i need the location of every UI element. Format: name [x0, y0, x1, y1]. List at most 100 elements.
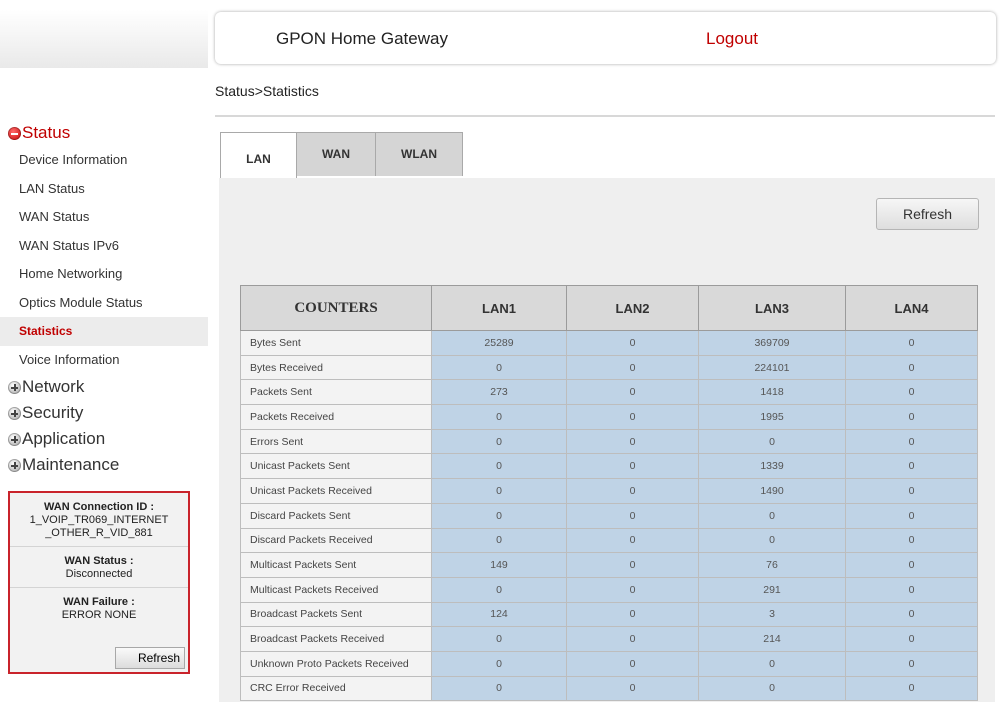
wan-status-label: WAN Status : [64, 555, 134, 567]
counter-label: Unicast Packets Sent [240, 453, 432, 480]
counter-value: 0 [431, 404, 567, 430]
refresh-button[interactable]: Refresh [876, 198, 979, 230]
sidebar-item-lan-status[interactable]: LAN Status [0, 175, 208, 204]
counter-value: 214 [698, 626, 846, 652]
column-header-lan2: LAN2 [566, 285, 699, 331]
counter-value: 76 [698, 552, 846, 578]
counter-value: 0 [566, 404, 699, 430]
table-header-row: COUNTERS LAN1 LAN2 LAN3 LAN4 [240, 285, 978, 331]
counter-value: 124 [431, 601, 567, 628]
counter-value: 0 [845, 502, 978, 529]
counter-label: Errors Sent [240, 428, 432, 455]
sidebar-section-application[interactable]: Application [0, 426, 208, 452]
sidebar-section-label: Status [22, 123, 71, 142]
sidebar-section-status[interactable]: Status [0, 120, 208, 146]
statistics-table: COUNTERS LAN1 LAN2 LAN3 LAN4 Bytes Sent 2… [240, 285, 978, 702]
wan-failure-label: WAN Failure : [63, 596, 135, 608]
top-header: GPON Home Gateway Logout [215, 12, 996, 64]
sidebar-section-label: Maintenance [22, 455, 120, 474]
counter-value: 0 [431, 650, 567, 677]
sidebar-item-voice-information[interactable]: Voice Information [0, 346, 208, 375]
table-body: Bytes Sent 25289 0 369709 0 Bytes Received 0 0 2… [240, 330, 978, 702]
table-row: Packets Sent 273 0 1418 0 [240, 379, 978, 406]
counter-value: 0 [566, 428, 699, 455]
header-title: GPON Home Gateway [276, 29, 448, 48]
wan-status-section: WAN Status : Disconnected [10, 547, 188, 588]
counter-value: 1339 [698, 453, 846, 480]
table-row: Bytes Sent 25289 0 369709 0 [240, 330, 978, 356]
counter-value: 0 [566, 626, 699, 652]
sidebar-item-device-information[interactable]: Device Information [0, 146, 208, 175]
expand-icon [8, 380, 21, 394]
table-row: Bytes Received 0 0 224101 0 [240, 354, 978, 381]
counter-value: 0 [566, 650, 699, 677]
wan-connection-section: WAN Connection ID : 1_VOIP_TR069_INTERNE… [10, 493, 188, 547]
wan-connection-label: WAN Connection ID : [44, 501, 154, 513]
counter-value: 0 [566, 552, 699, 578]
counter-value: 0 [431, 527, 567, 554]
sidebar-item-home-networking[interactable]: Home Networking [0, 260, 208, 289]
sidebar-item-wan-status[interactable]: WAN Status [0, 203, 208, 232]
counter-value: 0 [431, 626, 567, 652]
divider [215, 115, 995, 117]
wan-refresh-button[interactable]: Refresh [115, 647, 185, 669]
table-row: Unicast Packets Received 0 0 1490 0 [240, 478, 978, 504]
tab-wan[interactable]: WAN [296, 132, 376, 176]
counter-label: Unicast Packets Received [240, 478, 432, 504]
tab-lan[interactable]: LAN [220, 132, 297, 178]
breadcrumb: Status>Statistics [215, 83, 319, 99]
expand-icon [8, 432, 21, 446]
wan-failure-section: WAN Failure : ERROR NONE [10, 588, 188, 628]
counter-value: 0 [566, 330, 699, 356]
counter-label: Discard Packets Received [240, 527, 432, 554]
counter-value: 224101 [698, 354, 846, 381]
sidebar-section-security[interactable]: Security [0, 400, 208, 426]
table-row: Broadcast Packets Sent 124 0 3 0 [240, 601, 978, 628]
sidebar-item-wan-status-ipv6[interactable]: WAN Status IPv6 [0, 232, 208, 261]
table-row: Unicast Packets Sent 0 0 1339 0 [240, 453, 978, 480]
sidebar-section-network[interactable]: Network [0, 374, 208, 400]
counter-value: 0 [845, 478, 978, 504]
tab-wlan[interactable]: WLAN [375, 132, 463, 176]
counter-label: Bytes Sent [240, 330, 432, 356]
counter-label: Bytes Received [240, 354, 432, 381]
counter-value: 0 [845, 354, 978, 381]
column-header-lan4: LAN4 [845, 285, 978, 331]
counter-value: 0 [845, 453, 978, 480]
logout-link[interactable]: Logout [706, 29, 758, 49]
counter-value: 0 [566, 379, 699, 406]
counter-value: 149 [431, 552, 567, 578]
counter-value: 0 [566, 502, 699, 529]
counter-value: 0 [566, 527, 699, 554]
counter-label: Multicast Packets Received [240, 576, 432, 603]
counter-value: 0 [845, 379, 978, 406]
table-row: Discard Packets Received 0 0 0 0 [240, 527, 978, 554]
table-row: Unknown Proto Packets Received 0 0 0 0 [240, 650, 978, 677]
counter-value: 0 [845, 404, 978, 430]
counter-value: 3 [698, 601, 846, 628]
table-row: Errors Sent 0 0 0 0 [240, 428, 978, 455]
table-row: Broadcast Packets Received 0 0 214 0 [240, 626, 978, 652]
counter-value: 0 [698, 675, 846, 702]
counter-value: 0 [431, 675, 567, 702]
sidebar: Status Device Information LAN Status WAN… [0, 120, 208, 478]
counter-value: 0 [431, 354, 567, 381]
column-header-lan3: LAN3 [698, 285, 846, 331]
wan-connection-value: 1_VOIP_TR069_INTERNET _OTHER_R_VID_881 [29, 514, 169, 539]
expand-icon [8, 458, 21, 472]
counter-value: 273 [431, 379, 567, 406]
counter-label: Packets Received [240, 404, 432, 430]
table-row: Multicast Packets Received 0 0 291 0 [240, 576, 978, 603]
counter-value: 0 [845, 650, 978, 677]
column-header-counters: COUNTERS [240, 285, 432, 331]
counter-value: 0 [566, 354, 699, 381]
sidebar-item-optics-module-status[interactable]: Optics Module Status [0, 289, 208, 318]
counter-label: Discard Packets Sent [240, 502, 432, 529]
expand-icon [8, 406, 21, 420]
sidebar-section-maintenance[interactable]: Maintenance [0, 452, 208, 478]
counter-value: 0 [431, 502, 567, 529]
sidebar-item-statistics[interactable]: Statistics [0, 317, 208, 346]
counter-value: 0 [566, 576, 699, 603]
wan-failure-value: ERROR NONE [61, 609, 137, 621]
counter-value: 0 [566, 675, 699, 702]
